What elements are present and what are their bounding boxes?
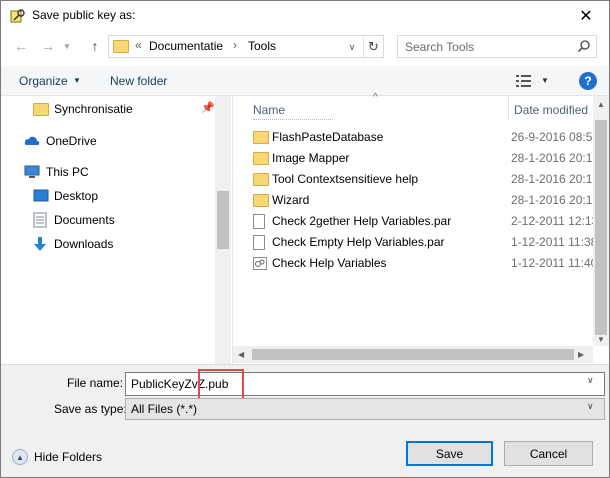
close-icon: ✕ xyxy=(579,7,593,25)
file-row[interactable]: Check Help Variables 1-12-2011 11:40 xyxy=(233,253,593,274)
file-name: Tool Contextsensitieve help xyxy=(272,172,419,186)
file-name: Image Mapper xyxy=(272,151,350,165)
cancel-button[interactable]: Cancel xyxy=(504,441,593,466)
chevron-up-icon: ▲ xyxy=(12,449,28,465)
arrow-left-icon: ← xyxy=(14,38,28,54)
scroll-up-icon[interactable]: ▲ xyxy=(597,100,605,109)
file-date: 28-1-2016 20:16 xyxy=(511,151,593,165)
vertical-scrollbar-thumb[interactable] xyxy=(595,120,607,335)
address-bar[interactable]: « Documentatie › Tools ∨ ↻ xyxy=(108,35,384,58)
folder-icon xyxy=(253,194,269,207)
back-button[interactable]: ← xyxy=(10,35,32,57)
close-button[interactable]: ✕ xyxy=(563,1,609,30)
title-bar: Save public key as: ✕ xyxy=(0,0,610,30)
save-as-type-value: All Files (*.*) xyxy=(131,402,198,416)
file-name: Check Empty Help Variables.par xyxy=(272,235,445,249)
file-name-field[interactable]: PublicKeyZvZ.pub ∨ xyxy=(125,372,605,396)
nav-item-documents[interactable]: Documents xyxy=(33,209,115,231)
folder-icon xyxy=(33,102,49,116)
file-date: 28-1-2016 20:16 xyxy=(511,193,593,207)
app-key-icon xyxy=(10,9,25,23)
forward-button[interactable]: → xyxy=(37,35,59,57)
search-icon xyxy=(577,40,590,53)
save-button[interactable]: Save xyxy=(406,441,493,466)
nav-item-this-pc[interactable]: This PC xyxy=(24,161,89,183)
cloud-icon xyxy=(24,136,40,145)
file-date: 28-1-2016 20:16 xyxy=(511,172,593,186)
chevron-down-icon: ∨ xyxy=(348,41,356,52)
file-row[interactable]: Check Empty Help Variables.par 1-12-2011… xyxy=(233,232,593,253)
refresh-icon: ↻ xyxy=(368,39,379,54)
file-row[interactable]: Image Mapper 28-1-2016 20:16 xyxy=(233,148,593,169)
file-name: Check 2gether Help Variables.par xyxy=(272,214,452,228)
address-dropdown-button[interactable]: ∨ xyxy=(344,37,360,57)
new-folder-button[interactable]: New folder xyxy=(110,74,167,88)
organize-button[interactable]: Organize xyxy=(19,74,68,88)
file-date: 1-12-2011 11:40 xyxy=(511,256,593,270)
breadcrumb-documentatie[interactable]: Documentatie xyxy=(149,39,223,53)
nav-item-synchronisatie[interactable]: Synchronisatie xyxy=(33,98,133,120)
file-name: FlashPasteDatabase xyxy=(272,130,384,144)
search-placeholder: Search Tools xyxy=(405,40,475,54)
file-row[interactable]: FlashPasteDatabase 26-9-2016 08:57 xyxy=(233,127,593,148)
folder-icon xyxy=(253,131,269,144)
document-icon xyxy=(253,214,265,229)
chevron-down-icon[interactable]: ∨ xyxy=(587,375,594,386)
desktop-icon xyxy=(33,189,49,202)
scroll-down-icon[interactable]: ▼ xyxy=(597,335,605,344)
nav-item-desktop[interactable]: Desktop xyxy=(33,185,98,207)
file-row[interactable]: Check 2gether Help Variables.par 2-12-20… xyxy=(233,211,593,232)
chevron-right-icon[interactable]: › xyxy=(233,38,237,52)
documents-icon xyxy=(33,212,47,228)
refresh-button[interactable]: ↻ xyxy=(363,37,383,57)
pin-icon[interactable]: 📌 xyxy=(201,101,215,114)
help-icon[interactable]: ? xyxy=(579,72,597,90)
chevron-down-icon[interactable]: ∨ xyxy=(587,401,594,412)
window-title: Save public key as: xyxy=(32,8,136,22)
column-header-date-modified[interactable]: Date modified xyxy=(514,103,588,117)
document-icon xyxy=(253,235,265,250)
nav-item-onedrive[interactable]: OneDrive xyxy=(24,130,97,152)
file-name: Check Help Variables xyxy=(272,256,387,270)
folder-icon xyxy=(113,40,129,53)
file-name-label: File name: xyxy=(67,376,124,390)
file-row[interactable]: Tool Contextsensitieve help 28-1-2016 20… xyxy=(233,169,593,190)
hide-folders-button[interactable]: ▲ Hide Folders xyxy=(12,447,102,467)
command-bar: Organize ▼ New folder ▼ ? xyxy=(1,66,609,96)
downloads-icon xyxy=(34,237,46,251)
chevron-down-icon[interactable]: ▼ xyxy=(541,76,549,85)
column-divider[interactable] xyxy=(508,97,509,121)
scroll-left-icon[interactable]: ◀ xyxy=(238,350,244,359)
scroll-right-icon[interactable]: ▶ xyxy=(578,350,584,359)
save-as-type-label: Save as type: xyxy=(54,402,127,416)
list-top-fade xyxy=(253,119,333,125)
breadcrumb-tools[interactable]: Tools xyxy=(248,39,276,53)
up-button[interactable]: ↑ xyxy=(84,35,106,57)
search-input[interactable]: Search Tools xyxy=(397,35,597,58)
script-icon xyxy=(253,257,267,270)
arrow-right-icon: → xyxy=(41,38,55,54)
file-row[interactable]: Wizard 28-1-2016 20:16 xyxy=(233,190,593,211)
recent-locations-button[interactable]: ▼ xyxy=(60,35,74,57)
nav-item-downloads[interactable]: Downloads xyxy=(33,233,113,255)
arrow-up-icon: ↑ xyxy=(91,38,99,54)
chevron-down-icon: ▼ xyxy=(63,41,71,51)
file-name: Wizard xyxy=(272,193,310,207)
breadcrumb-overflow[interactable]: « xyxy=(135,38,142,52)
sort-ascending-icon: ^ xyxy=(373,92,378,103)
file-date: 26-9-2016 08:57 xyxy=(511,130,593,144)
horizontal-scrollbar-thumb[interactable] xyxy=(252,349,574,360)
view-options-icon[interactable] xyxy=(515,74,533,88)
file-date: 2-12-2011 12:13 xyxy=(511,214,593,228)
chevron-down-icon[interactable]: ▼ xyxy=(73,76,81,85)
column-header-name[interactable]: Name xyxy=(253,103,285,117)
folder-icon xyxy=(253,173,269,186)
computer-icon xyxy=(24,165,40,178)
save-as-type-select[interactable]: All Files (*.*) ∨ xyxy=(125,398,605,420)
folder-icon xyxy=(253,152,269,165)
file-date: 1-12-2011 11:38 xyxy=(511,235,593,249)
nav-scrollbar-thumb[interactable] xyxy=(217,191,229,249)
